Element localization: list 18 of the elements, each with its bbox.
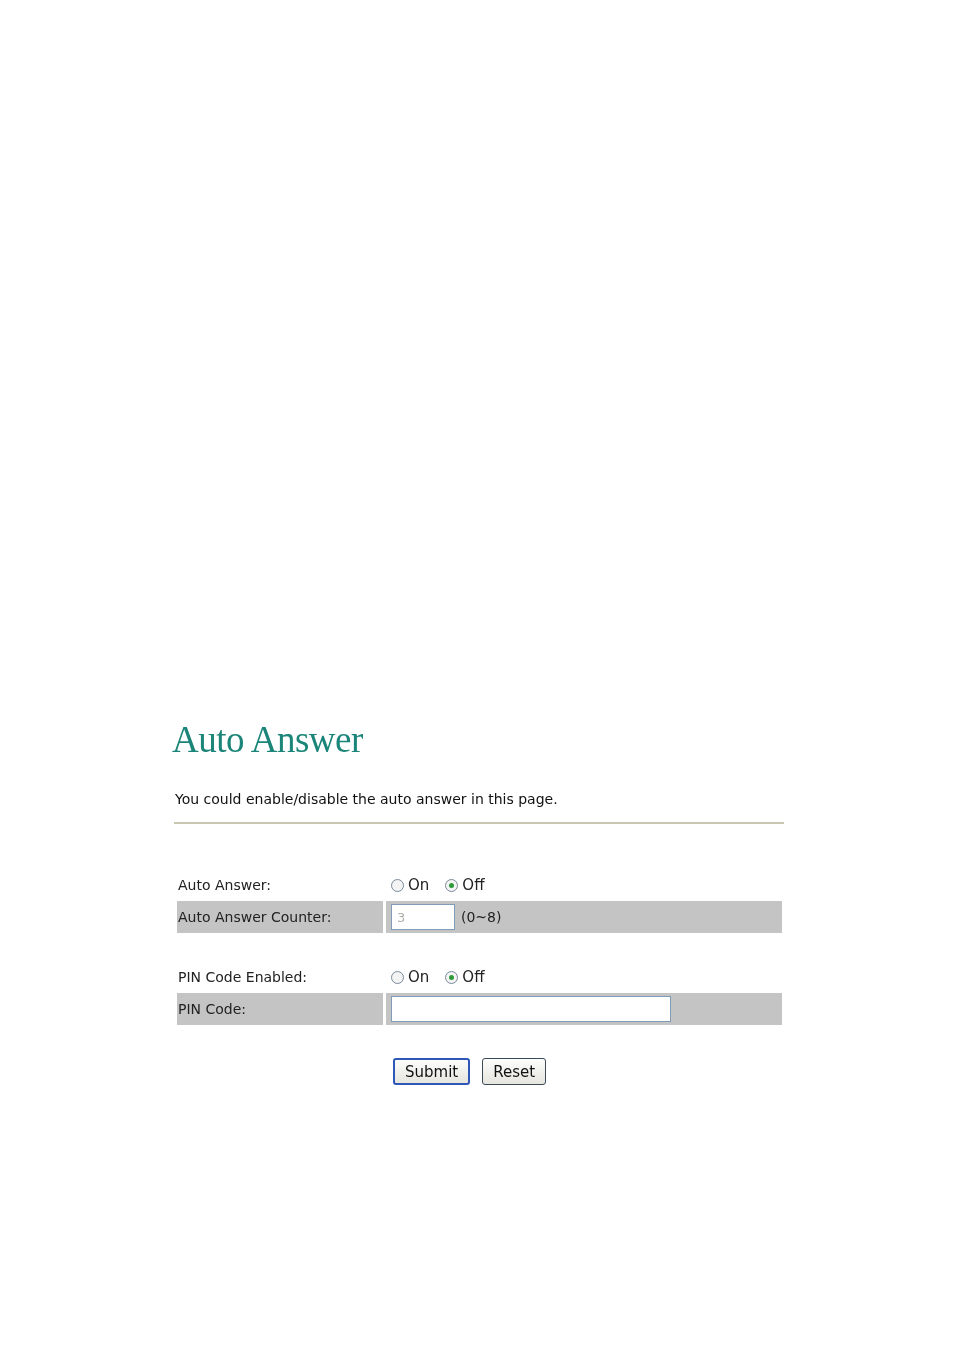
page-description: You could enable/disable the auto answer in this page. [175, 790, 558, 808]
field-label: Auto Answer Counter: [177, 901, 383, 933]
radio-button[interactable] [391, 878, 404, 892]
radio-button[interactable] [391, 970, 404, 984]
page-title: Auto Answer [172, 718, 363, 762]
field-label: Auto Answer: [177, 876, 272, 895]
radio-label[interactable]: On [408, 876, 430, 894]
field-label: PIN Code Enabled: [177, 968, 309, 987]
radio-button[interactable] [445, 878, 459, 892]
reset-button[interactable]: Reset [482, 1058, 547, 1085]
submit-button[interactable]: Submit [393, 1058, 471, 1085]
radio-label[interactable]: Off [462, 876, 485, 894]
radio-label[interactable]: Off [462, 968, 485, 986]
field-label: PIN Code: [177, 993, 383, 1025]
range-hint: (0~8) [461, 909, 502, 925]
radio-button[interactable] [445, 970, 459, 984]
input-field[interactable] [391, 996, 671, 1022]
radio-label[interactable]: On [408, 968, 430, 986]
